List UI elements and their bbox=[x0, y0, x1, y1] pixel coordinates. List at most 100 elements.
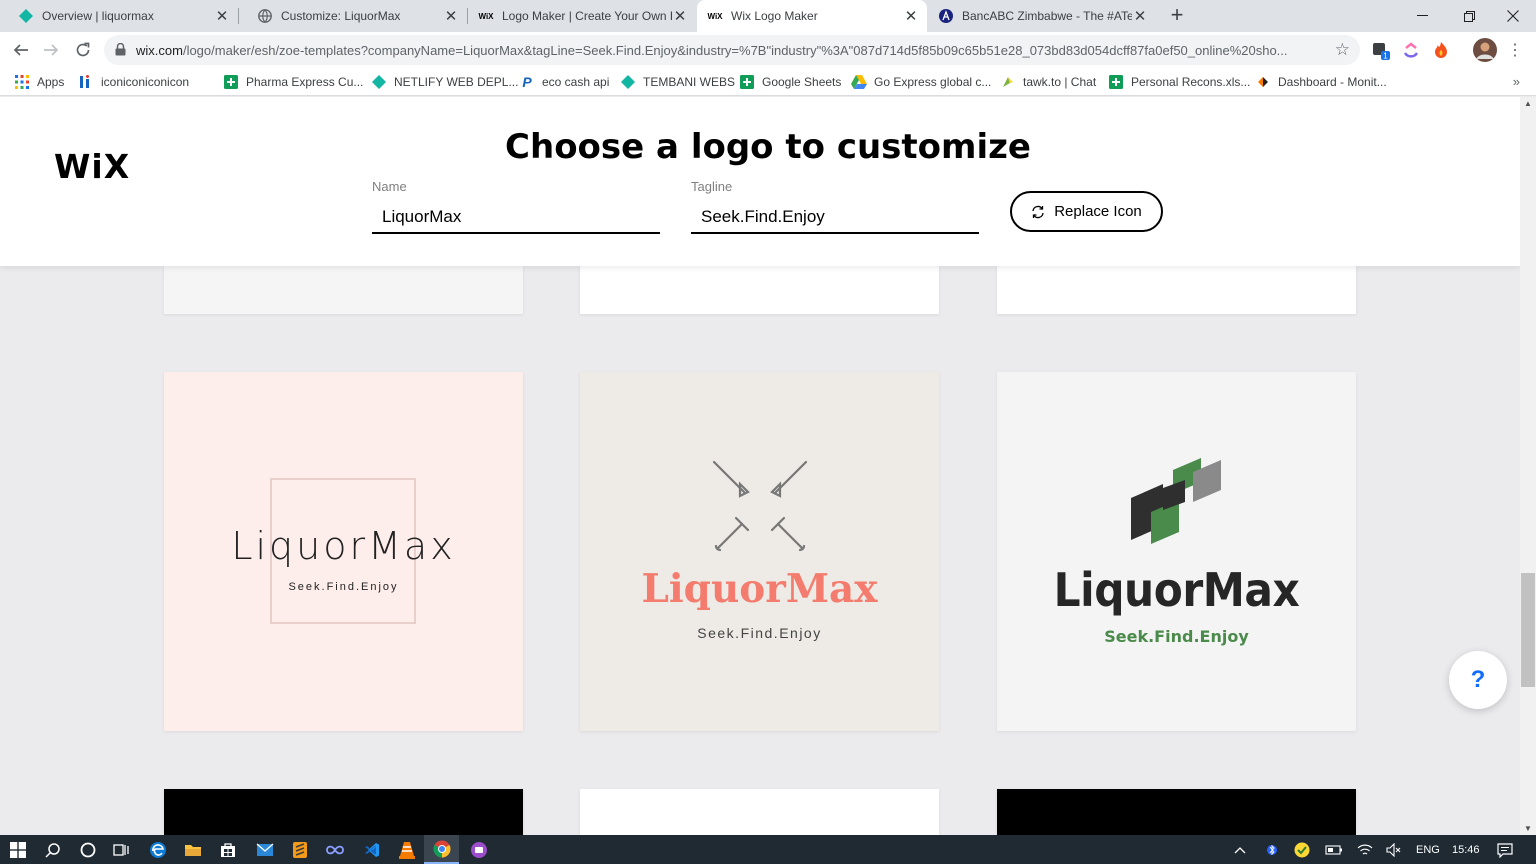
tab-wix-logo-maker[interactable]: WiX Wix Logo Maker ✕ bbox=[697, 0, 927, 32]
start-button[interactable] bbox=[0, 835, 35, 864]
bookmark-label: Personal Recons.xls... bbox=[1131, 75, 1251, 89]
bookmark-label: eco cash api bbox=[542, 75, 610, 89]
norton-icon[interactable] bbox=[1294, 841, 1310, 859]
clock-time[interactable]: 15:46 bbox=[1452, 841, 1480, 859]
apps-grid-icon bbox=[14, 74, 30, 90]
tagline-input[interactable] bbox=[691, 204, 979, 234]
bookmark-tawk[interactable]: tawk.to | Chat bbox=[1000, 72, 1096, 92]
task-view-icon[interactable] bbox=[103, 835, 138, 864]
name-input[interactable] bbox=[372, 204, 660, 234]
logo-card-3[interactable]: LiquorMax Seek.Find.Enjoy bbox=[997, 372, 1356, 731]
close-icon[interactable]: ✕ bbox=[903, 7, 919, 25]
extension-cube-icon[interactable]: 1 bbox=[1369, 38, 1393, 62]
bookmark-label: Apps bbox=[37, 75, 65, 89]
bookmark-go-express[interactable]: Go Express global c... bbox=[851, 72, 991, 92]
bookmark-netlify[interactable]: NETLIFY WEB DEPL... bbox=[371, 72, 518, 92]
tab-title: Logo Maker | Create Your Own Fr bbox=[502, 9, 672, 23]
file-explorer-icon[interactable] bbox=[175, 835, 210, 864]
sheets-icon bbox=[739, 74, 755, 90]
browser-tab-strip: Overview | liquormax ✕ Customize: Liquor… bbox=[0, 0, 1536, 32]
bookmark-pharma[interactable]: Pharma Express Cu... bbox=[223, 72, 363, 92]
sublime-icon[interactable] bbox=[282, 835, 317, 864]
vscode-icon[interactable] bbox=[354, 835, 389, 864]
logo-tagline: Seek.Find.Enjoy bbox=[288, 581, 399, 593]
bookmark-label: Google Sheets bbox=[762, 75, 842, 89]
bookmark-dashboard[interactable]: Dashboard - Monit... bbox=[1255, 72, 1387, 92]
bookmark-personal-recons[interactable]: Personal Recons.xls... bbox=[1108, 72, 1250, 92]
help-button[interactable]: ? bbox=[1449, 651, 1507, 709]
infinity-app-icon[interactable] bbox=[317, 835, 352, 864]
logo-card-bottom-right[interactable] bbox=[997, 789, 1356, 835]
tab-overview[interactable]: Overview | liquormax ✕ bbox=[0, 0, 238, 32]
page-scrollbar[interactable]: ▲ ▼ bbox=[1520, 97, 1536, 835]
back-button[interactable] bbox=[7, 36, 35, 64]
name-field: Name bbox=[372, 179, 660, 234]
logo-card-top-left[interactable] bbox=[164, 264, 523, 314]
logo-card-top-middle[interactable] bbox=[580, 264, 939, 314]
close-window-button[interactable] bbox=[1490, 0, 1536, 32]
name-label: Name bbox=[372, 179, 407, 194]
store-icon[interactable] bbox=[210, 835, 245, 864]
address-bar[interactable]: wix.com/logo/maker/esh/zoe-templates?com… bbox=[104, 35, 1360, 65]
tab-bancabc[interactable]: BancABC Zimbabwe - The #ATear ✕ bbox=[928, 0, 1156, 32]
search-icon[interactable] bbox=[35, 835, 70, 864]
drive-icon bbox=[851, 74, 867, 90]
tray-chevron-up-icon[interactable] bbox=[1234, 841, 1246, 859]
screen-recorder-icon[interactable] bbox=[461, 835, 496, 864]
crossed-tools-icon bbox=[712, 460, 808, 552]
bookmark-iconify[interactable]: iconiconiconicon bbox=[78, 72, 189, 92]
logo-card-2[interactable]: LiquorMax Seek.Find.Enjoy bbox=[580, 372, 939, 731]
volume-muted-icon[interactable] bbox=[1386, 841, 1402, 859]
logo-card-top-right[interactable] bbox=[997, 264, 1356, 314]
battery-icon[interactable] bbox=[1325, 841, 1343, 859]
reload-button[interactable] bbox=[69, 36, 97, 64]
url-host: wix.com bbox=[136, 43, 183, 58]
new-tab-button[interactable]: + bbox=[1166, 4, 1188, 28]
iconify-icon bbox=[78, 74, 94, 90]
clickup-icon[interactable] bbox=[1399, 38, 1423, 62]
avatar[interactable] bbox=[1472, 37, 1498, 63]
close-icon[interactable]: ✕ bbox=[443, 7, 459, 25]
logo-company-name: LiquorMax bbox=[1053, 563, 1300, 617]
cortana-icon[interactable] bbox=[70, 835, 105, 864]
close-icon[interactable]: ✕ bbox=[672, 7, 688, 25]
bookmark-tembani[interactable]: TEMBANI WEBS bbox=[620, 72, 735, 92]
a-icon bbox=[938, 8, 954, 24]
paypal-icon: P bbox=[522, 74, 532, 90]
tab-title: Overview | liquormax bbox=[42, 9, 154, 23]
fire-icon[interactable] bbox=[1429, 38, 1453, 62]
replace-icon-label: Replace Icon bbox=[1054, 203, 1142, 220]
scrollbar-thumb[interactable] bbox=[1521, 573, 1535, 687]
wifi-icon[interactable] bbox=[1357, 841, 1373, 859]
bookmark-label: NETLIFY WEB DEPL... bbox=[394, 75, 519, 89]
edge-icon[interactable] bbox=[140, 835, 175, 864]
language-indicator[interactable]: ENG bbox=[1416, 841, 1440, 859]
bookmark-google-sheets[interactable]: Google Sheets bbox=[739, 72, 841, 92]
replace-icon-button[interactable]: Replace Icon bbox=[1010, 191, 1163, 232]
close-icon[interactable]: ✕ bbox=[1132, 7, 1148, 25]
scroll-up-icon[interactable]: ▲ bbox=[1524, 99, 1532, 108]
kebab-menu-icon[interactable]: ⋮ bbox=[1503, 38, 1527, 62]
logo-card-1[interactable]: LiquorMax Seek.Find.Enjoy bbox=[164, 372, 523, 731]
bookmark-apps[interactable]: Apps bbox=[14, 72, 64, 92]
forward-button[interactable] bbox=[37, 36, 65, 64]
logo-card-bottom-middle[interactable] bbox=[580, 789, 939, 835]
diamond-icon bbox=[620, 74, 636, 90]
vlc-icon[interactable] bbox=[389, 835, 424, 864]
close-icon[interactable]: ✕ bbox=[214, 7, 230, 25]
dashboard-icon bbox=[1255, 74, 1271, 90]
scroll-down-icon[interactable]: ▼ bbox=[1524, 824, 1532, 833]
logo-company-name: LiquorMax bbox=[641, 566, 878, 612]
mail-icon[interactable] bbox=[247, 835, 282, 864]
bookmarks-overflow-icon[interactable]: » bbox=[1513, 74, 1520, 89]
bookmark-ecocash[interactable]: P eco cash api bbox=[519, 72, 609, 92]
chrome-icon[interactable] bbox=[424, 835, 459, 864]
bookmark-star-icon[interactable]: ☆ bbox=[1335, 40, 1350, 60]
notifications-icon[interactable] bbox=[1497, 841, 1513, 859]
logo-card-bottom-left[interactable] bbox=[164, 789, 523, 835]
tab-logo-maker[interactable]: WiX Logo Maker | Create Your Own Fr ✕ bbox=[468, 0, 696, 32]
minimize-button[interactable] bbox=[1399, 0, 1445, 32]
tab-customize[interactable]: Customize: LiquorMax ✕ bbox=[239, 0, 467, 32]
restore-button[interactable] bbox=[1446, 0, 1492, 32]
bluetooth-icon[interactable] bbox=[1267, 841, 1277, 859]
